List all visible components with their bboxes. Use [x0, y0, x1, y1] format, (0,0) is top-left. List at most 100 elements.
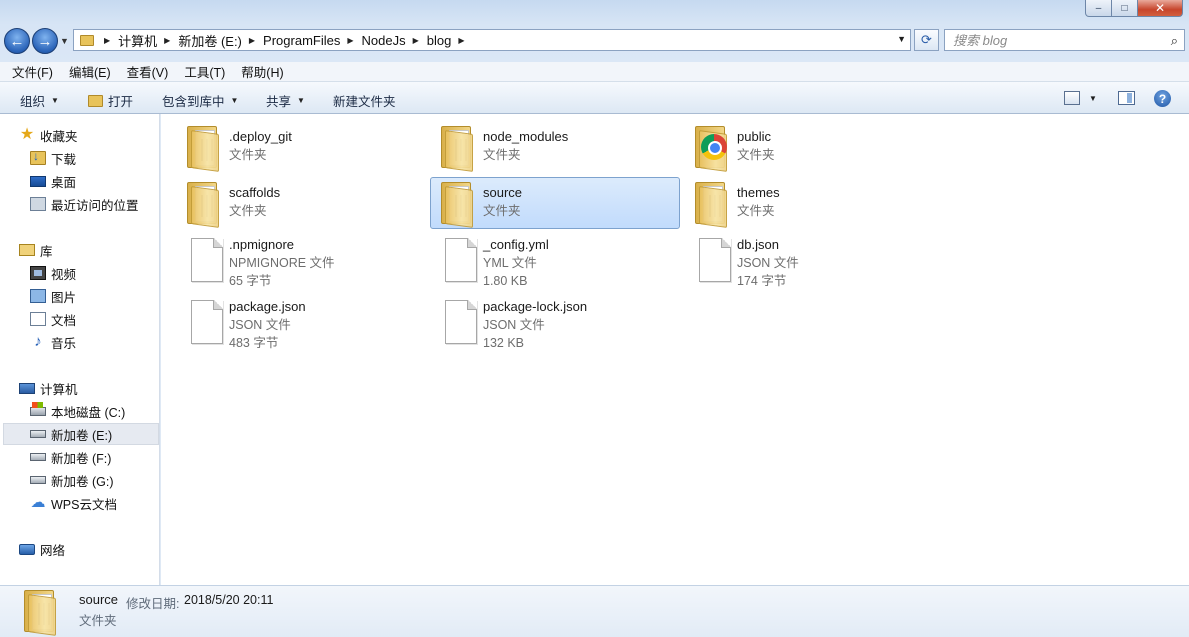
crumb-separator-icon[interactable]: ▶: [413, 36, 419, 45]
sidebar-label: 新加卷 (F:): [51, 451, 112, 466]
arrow-right-icon: →: [37, 32, 53, 50]
picture-icon: [30, 289, 46, 303]
chevron-down-icon: ▼: [230, 96, 239, 105]
item-type: 文件夹: [483, 204, 521, 218]
breadcrumb-drive-e[interactable]: 新加卷 (E:): [178, 31, 242, 50]
file-list[interactable]: .deploy_git 文件夹 node_modules 文件夹 public …: [161, 114, 1189, 585]
crumb-separator-icon[interactable]: ▶: [458, 36, 464, 45]
file-icon: [437, 234, 481, 284]
title-bar: – □ ✕ ← → ▼ ▶ 计算机 ▶ 新加卷 (E:) ▶ ProgramFi…: [0, 0, 1189, 62]
folder-icon: [80, 34, 94, 46]
list-item[interactable]: .deploy_git 文件夹: [177, 122, 427, 174]
chrome-folder-icon: [691, 122, 735, 172]
network-icon: [19, 543, 35, 555]
list-item[interactable]: .npmignore NPMIGNORE 文件 65 字节: [177, 234, 427, 296]
address-history-dropdown[interactable]: ▼: [897, 34, 906, 44]
folder-icon: [437, 178, 481, 228]
video-icon: [30, 266, 46, 280]
open-button[interactable]: 打开: [88, 91, 133, 110]
forward-button[interactable]: →: [32, 28, 58, 54]
list-item[interactable]: package-lock.json JSON 文件 132 KB: [431, 296, 681, 358]
breadcrumb-computer[interactable]: 计算机: [118, 31, 157, 50]
new-folder-button[interactable]: 新建文件夹: [333, 91, 396, 110]
recent-pages-dropdown[interactable]: ▼: [60, 36, 69, 46]
breadcrumb-nodejs[interactable]: NodeJs: [362, 33, 406, 48]
sidebar-item-drive-e[interactable]: 新加卷 (E:): [3, 423, 159, 445]
system-drive-icon: [30, 401, 46, 416]
share-button[interactable]: 共享 ▼: [266, 91, 305, 110]
menu-file[interactable]: 文件(F): [4, 62, 61, 81]
list-item[interactable]: public 文件夹: [685, 122, 935, 174]
sidebar-item-favorites[interactable]: ★ 收藏夹: [19, 124, 175, 146]
organize-button[interactable]: 组织 ▼: [20, 91, 59, 110]
refresh-icon: ⟳: [921, 32, 932, 47]
sidebar-item-libraries[interactable]: 库: [19, 239, 175, 261]
library-icon: [19, 244, 35, 256]
list-item[interactable]: package.json JSON 文件 483 字节: [177, 296, 427, 358]
item-name: package.json: [229, 299, 306, 314]
list-item[interactable]: themes 文件夹: [685, 178, 935, 230]
search-box[interactable]: ⌕: [944, 29, 1185, 51]
sidebar-item-computer[interactable]: 计算机: [19, 377, 175, 399]
sidebar-label: 计算机: [40, 382, 78, 397]
crumb-separator-icon[interactable]: ▶: [164, 36, 170, 45]
drive-icon: [30, 476, 46, 484]
share-label: 共享: [266, 95, 292, 109]
drive-icon: [30, 453, 46, 461]
back-button[interactable]: ←: [4, 28, 30, 54]
organize-label: 组织: [20, 95, 46, 109]
open-folder-icon: [88, 94, 103, 107]
chevron-down-icon[interactable]: ▼: [1089, 94, 1097, 103]
document-icon: [30, 312, 46, 326]
item-name: .deploy_git: [229, 129, 292, 144]
item-size: 65 字节: [229, 274, 272, 288]
item-type: 文件夹: [229, 148, 267, 162]
item-type: 文件夹: [737, 148, 775, 162]
list-item[interactable]: scaffolds 文件夹: [177, 178, 427, 230]
sidebar-label: 下载: [51, 152, 77, 167]
item-size: 174 字节: [737, 274, 787, 288]
include-in-library-button[interactable]: 包含到库中 ▼: [162, 91, 238, 110]
change-view-icon[interactable]: [1064, 91, 1080, 105]
crumb-separator-icon[interactable]: ▶: [347, 36, 353, 45]
list-item[interactable]: _config.yml YML 文件 1.80 KB: [431, 234, 681, 296]
item-name: node_modules: [483, 129, 569, 144]
sidebar-label: 音乐: [51, 336, 77, 351]
close-button[interactable]: ✕: [1138, 0, 1183, 17]
arrow-left-icon: ←: [9, 32, 25, 50]
address-bar[interactable]: ▶ 计算机 ▶ 新加卷 (E:) ▶ ProgramFiles ▶ NodeJs…: [73, 29, 911, 51]
preview-pane-icon[interactable]: [1118, 91, 1135, 105]
crumb-separator-icon[interactable]: ▶: [104, 36, 110, 45]
sidebar-item-network[interactable]: 网络: [19, 538, 175, 560]
list-item-selected[interactable]: source 文件夹: [430, 177, 680, 229]
file-icon: [691, 234, 735, 284]
menu-edit[interactable]: 编辑(E): [61, 62, 119, 81]
download-folder-icon: [30, 149, 46, 165]
breadcrumb-programfiles[interactable]: ProgramFiles: [263, 33, 340, 48]
menu-tools[interactable]: 工具(T): [176, 62, 233, 81]
menu-view[interactable]: 查看(V): [119, 62, 177, 81]
computer-icon: [19, 382, 35, 394]
details-modified-value: 2018/5/20 20:11: [184, 593, 274, 607]
menu-help[interactable]: 帮助(H): [233, 62, 291, 81]
maximize-button[interactable]: □: [1112, 0, 1138, 17]
item-name: scaffolds: [229, 185, 281, 200]
minimize-button[interactable]: –: [1085, 0, 1112, 17]
drive-icon: [30, 430, 46, 438]
item-name: .npmignore: [229, 237, 295, 252]
sidebar-label: 视频: [51, 267, 77, 282]
sidebar-label: 库: [40, 244, 53, 259]
item-type: 文件夹: [483, 148, 521, 162]
crumb-separator-icon[interactable]: ▶: [249, 36, 255, 45]
breadcrumb-blog[interactable]: blog: [427, 33, 452, 48]
refresh-button[interactable]: ⟳: [914, 29, 939, 51]
list-item[interactable]: db.json JSON 文件 174 字节: [685, 234, 935, 296]
music-note-icon: ♪: [34, 333, 42, 350]
search-icon[interactable]: ⌕: [1171, 33, 1178, 49]
sidebar-label: 最近访问的位置: [51, 198, 139, 213]
search-input[interactable]: [953, 32, 1153, 48]
help-icon[interactable]: ?: [1154, 90, 1171, 107]
list-item[interactable]: node_modules 文件夹: [431, 122, 681, 174]
cloud-icon: ☁: [30, 494, 46, 511]
item-size: 483 字节: [229, 336, 279, 350]
